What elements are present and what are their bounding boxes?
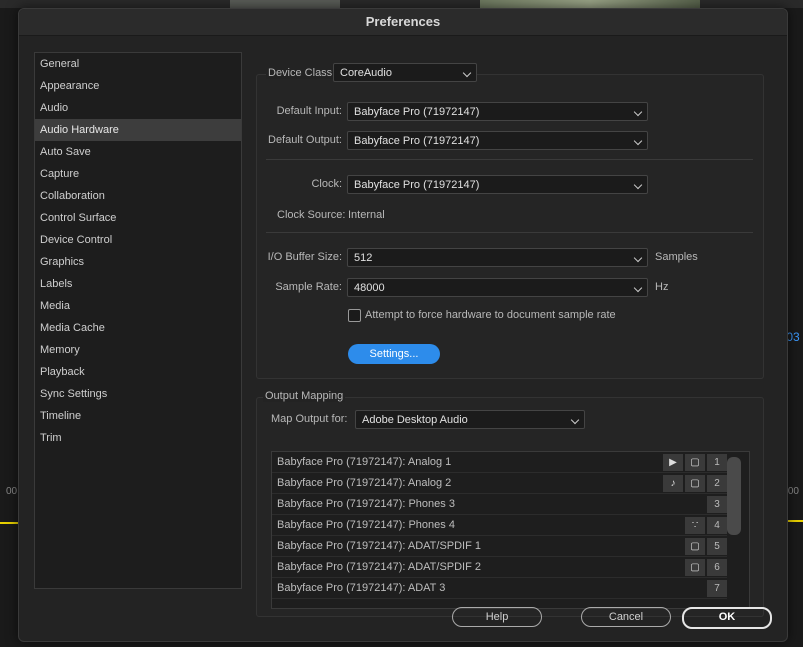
background-tick-label: 00 <box>787 486 799 497</box>
play-icon[interactable]: ▶ <box>663 454 683 471</box>
channel-label: Babyface Pro (71972147): Phones 3 <box>277 498 455 510</box>
sidebar-item-timeline[interactable]: Timeline <box>35 405 241 427</box>
chevron-down-icon <box>570 415 580 425</box>
background-playhead-line <box>0 522 18 524</box>
divider <box>266 232 753 233</box>
sidebar-item-playback[interactable]: Playback <box>35 361 241 383</box>
default-input-value: Babyface Pro (71972147) <box>354 106 480 118</box>
frame-icon[interactable]: ▢ <box>685 559 705 576</box>
device-class-label: Device Class: <box>266 67 338 79</box>
sidebar-item-device-control[interactable]: Device Control <box>35 229 241 251</box>
channel-number: 5 <box>707 538 727 555</box>
sidebar-item-labels[interactable]: Labels <box>35 273 241 295</box>
chevron-down-icon <box>633 283 643 293</box>
channel-label: Babyface Pro (71972147): Analog 1 <box>277 456 452 468</box>
ok-button[interactable]: OK <box>682 607 772 629</box>
background-tick-label: 00 <box>6 486 18 497</box>
sidebar-item-media-cache[interactable]: Media Cache <box>35 317 241 339</box>
sample-rate-unit: Hz <box>655 281 669 293</box>
sidebar-item-trim[interactable]: Trim <box>35 427 241 449</box>
default-output-value: Babyface Pro (71972147) <box>354 135 480 147</box>
channel-number: 1 <box>707 454 727 471</box>
clock-dropdown[interactable]: Babyface Pro (71972147) <box>347 175 648 194</box>
clock-source-value: Internal <box>348 209 385 221</box>
default-output-label: Default Output: <box>268 134 342 146</box>
sidebar-item-collaboration[interactable]: Collaboration <box>35 185 241 207</box>
sidebar-item-control-surface[interactable]: Control Surface <box>35 207 241 229</box>
channel-number: 2 <box>707 475 727 492</box>
default-input-label: Default Input: <box>276 105 342 117</box>
buffer-size-value: 512 <box>354 252 373 264</box>
buffer-size-label: I/O Buffer Size: <box>267 251 342 263</box>
default-output-dropdown[interactable]: Babyface Pro (71972147) <box>347 131 648 150</box>
clock-label: Clock: <box>311 178 342 190</box>
list-item[interactable]: Babyface Pro (71972147): Analog 1 ▢ ▶ 1 <box>272 452 727 473</box>
list-item[interactable]: Babyface Pro (71972147): ADAT/SPDIF 2 ▢ 6 <box>272 557 727 578</box>
frame-icon[interactable]: ▢ <box>685 538 705 555</box>
buffer-size-unit: Samples <box>655 251 698 263</box>
sample-rate-label: Sample Rate: <box>275 281 342 293</box>
force-sample-rate-checkbox[interactable] <box>348 309 361 322</box>
sidebar-item-audio[interactable]: Audio <box>35 97 241 119</box>
sidebar-item-auto-save[interactable]: Auto Save <box>35 141 241 163</box>
chevron-down-icon <box>633 107 643 117</box>
chevron-down-icon <box>462 68 472 78</box>
clock-value: Babyface Pro (71972147) <box>354 179 480 191</box>
cancel-button[interactable]: Cancel <box>581 607 671 627</box>
list-item[interactable]: Babyface Pro (71972147): ADAT 3 7 <box>272 578 727 599</box>
sidebar-item-general[interactable]: General <box>35 53 241 75</box>
sidebar-item-memory[interactable]: Memory <box>35 339 241 361</box>
sample-rate-dropdown[interactable]: 48000 <box>347 278 648 297</box>
output-channel-list: Babyface Pro (71972147): Analog 1 ▢ ▶ 1 Baby… <box>271 451 750 609</box>
background-thumbnail <box>480 0 700 8</box>
list-item[interactable]: Babyface Pro (71972147): ADAT/SPDIF 1 ▢ 5 <box>272 536 727 557</box>
list-item[interactable]: Babyface Pro (71972147): Phones 3 3 <box>272 494 727 515</box>
preferences-dialog: Preferences General Appearance Audio Audio … <box>18 8 788 642</box>
channel-label: Babyface Pro (71972147): Analog 2 <box>277 477 452 489</box>
sample-rate-value: 48000 <box>354 282 385 294</box>
sidebar-item-appearance[interactable]: Appearance <box>35 75 241 97</box>
default-input-dropdown[interactable]: Babyface Pro (71972147) <box>347 102 648 121</box>
force-sample-rate-label: Attempt to force hardware to document sa… <box>365 309 616 321</box>
channel-label: Babyface Pro (71972147): ADAT 3 <box>277 582 446 594</box>
channel-label: Babyface Pro (71972147): ADAT/SPDIF 1 <box>277 540 482 552</box>
channel-label: Babyface Pro (71972147): ADAT/SPDIF 2 <box>277 561 482 573</box>
device-class-value: CoreAudio <box>340 67 392 79</box>
help-button[interactable]: Help <box>452 607 542 627</box>
clock-source-label: Clock Source: <box>277 209 346 221</box>
chevron-down-icon <box>633 180 643 190</box>
chevron-down-icon <box>633 136 643 146</box>
map-output-dropdown[interactable]: Adobe Desktop Audio <box>355 410 585 429</box>
sidebar-item-capture[interactable]: Capture <box>35 163 241 185</box>
channel-number: 6 <box>707 559 727 576</box>
speaker-icon[interactable]: ♪ <box>663 475 683 492</box>
device-class-dropdown[interactable]: CoreAudio <box>333 63 477 82</box>
divider <box>266 159 753 160</box>
background-thumbnail <box>230 0 340 8</box>
map-output-value: Adobe Desktop Audio <box>362 414 468 426</box>
map-output-label: Map Output for: <box>271 413 348 425</box>
frame-icon[interactable]: ▢ <box>685 454 705 471</box>
settings-button[interactable]: Settings... <box>348 344 440 364</box>
sidebar-item-audio-hardware[interactable]: Audio Hardware <box>35 119 241 141</box>
channel-number: 7 <box>707 580 727 597</box>
sidebar-item-media[interactable]: Media <box>35 295 241 317</box>
sidebar-item-sync-settings[interactable]: Sync Settings <box>35 383 241 405</box>
dialog-title: Preferences <box>19 9 787 36</box>
list-item[interactable]: Babyface Pro (71972147): Phones 4 ∵ 4 <box>272 515 727 536</box>
preferences-sidebar: General Appearance Audio Audio Hardware Auto… <box>34 52 242 589</box>
chevron-down-icon <box>633 253 643 263</box>
channel-number: 3 <box>707 496 727 513</box>
channel-label: Babyface Pro (71972147): Phones 4 <box>277 519 455 531</box>
output-mapping-title: Output Mapping <box>263 390 346 402</box>
sidebar-item-graphics[interactable]: Graphics <box>35 251 241 273</box>
bass-clef-icon[interactable]: ∵ <box>685 517 705 534</box>
buffer-size-dropdown[interactable]: 512 <box>347 248 648 267</box>
frame-icon[interactable]: ▢ <box>685 475 705 492</box>
list-item[interactable]: Babyface Pro (71972147): Analog 2 ▢ ♪ 2 <box>272 473 727 494</box>
list-scrollbar[interactable] <box>727 457 741 535</box>
channel-number: 4 <box>707 517 727 534</box>
